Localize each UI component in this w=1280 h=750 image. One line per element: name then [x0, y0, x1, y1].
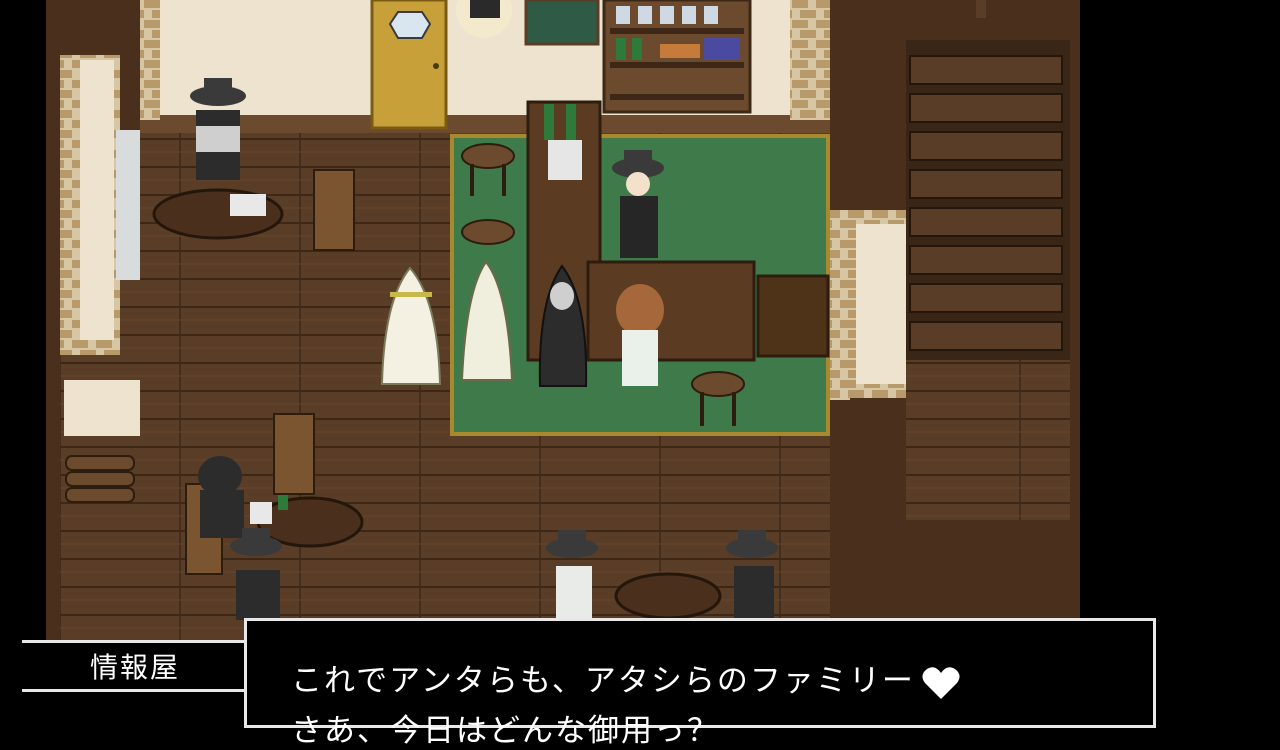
- chalkboard: [524, 0, 600, 46]
- dialogue-box[interactable]: これでアンタらも、アタシらのファミリー さあ、今日はどんな御用っ？: [244, 618, 1156, 749]
- dialogue-line-1-text: これでアンタらも、アタシらのファミリー: [291, 663, 915, 699]
- dialogue-line-1: これでアンタらも、アタシらのファミリー: [291, 655, 961, 701]
- speaker-name: 情報屋: [89, 651, 180, 684]
- tavern-scene: [46, 0, 1080, 640]
- speaker-nameplate: 情報屋: [22, 640, 248, 692]
- dialogue-line-2: さあ、今日はどんな御用っ？: [291, 713, 720, 749]
- heart-icon: [922, 666, 960, 699]
